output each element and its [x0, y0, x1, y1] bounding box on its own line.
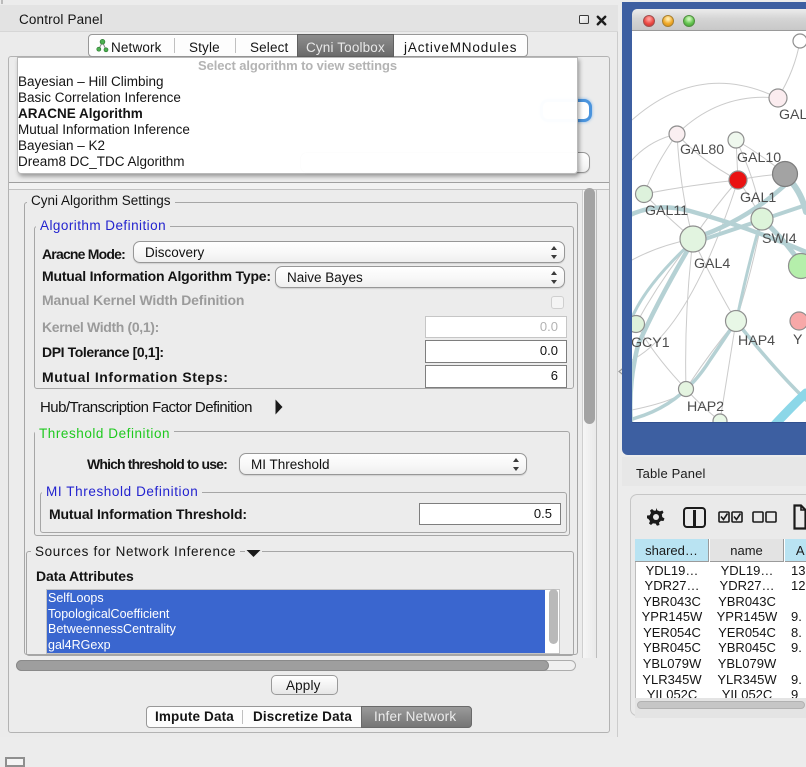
svg-text:SWI4: SWI4: [762, 231, 797, 247]
svg-text:GAL1: GAL1: [740, 190, 776, 206]
svg-text:GAL10: GAL10: [737, 150, 781, 166]
svg-text:HAP4: HAP4: [738, 333, 775, 349]
svg-text:GAL4: GAL4: [694, 256, 730, 272]
svg-text:GCY1: GCY1: [632, 335, 670, 351]
svg-text:Y: Y: [793, 332, 803, 348]
svg-text:GAL80: GAL80: [680, 142, 724, 158]
svg-text:GAL11: GAL11: [645, 203, 688, 219]
svg-text:GAL7: GAL7: [779, 107, 806, 123]
svg-text:HAP2: HAP2: [687, 399, 724, 415]
